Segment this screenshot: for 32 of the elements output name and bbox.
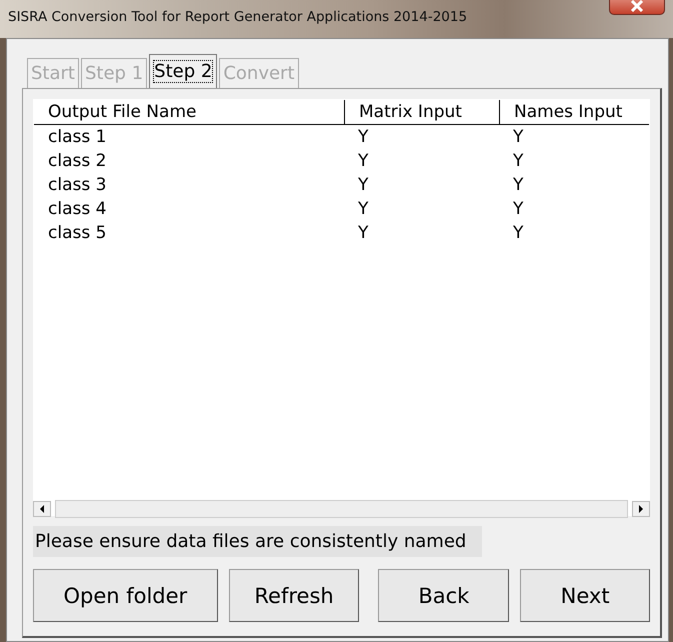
column-header[interactable]: Output File Name [34,100,344,124]
table-cell-text: class 3 [47,174,108,197]
table-cell-text: Y [357,222,370,245]
table-cell-text: Y [512,222,524,245]
action-button[interactable]: Back [378,569,510,622]
status-message: Please ensure data files are consistently named [33,526,482,557]
table-cell-text: Y [357,150,370,173]
scrollbar-track[interactable] [55,500,628,518]
table-cell-text: Y [512,150,524,173]
table-cell-text: Y [357,198,370,221]
left-arrow-icon [39,505,45,513]
column-header[interactable]: Matrix Input [344,100,499,124]
action-button[interactable]: Open folder [33,569,218,622]
table-cell-text: class 1 [47,126,108,149]
table-cell-text: Y [512,174,524,197]
column-header[interactable]: Names Input [499,100,639,124]
scroll-left-button[interactable] [33,501,51,517]
close-icon [630,0,644,12]
table-cell-text: Y [357,174,370,197]
action-button[interactable]: Refresh [228,569,360,622]
table-cell-text: class 2 [47,150,108,173]
table-cell-text: Y [512,126,524,149]
tab[interactable]: Step 2 [149,54,218,88]
table-cell-text: class 4 [47,198,108,221]
window-title: SISRA Conversion Tool for Report Generator Applications 2014-2015 [8,9,468,25]
table-cell-text: Y [357,126,370,149]
scroll-right-button[interactable] [632,501,650,517]
action-button[interactable]: Next [520,569,650,622]
close-button[interactable] [609,0,665,15]
right-arrow-icon [638,505,644,513]
table-cell-text: Y [512,198,524,221]
table-cell-text: class 5 [47,222,108,245]
